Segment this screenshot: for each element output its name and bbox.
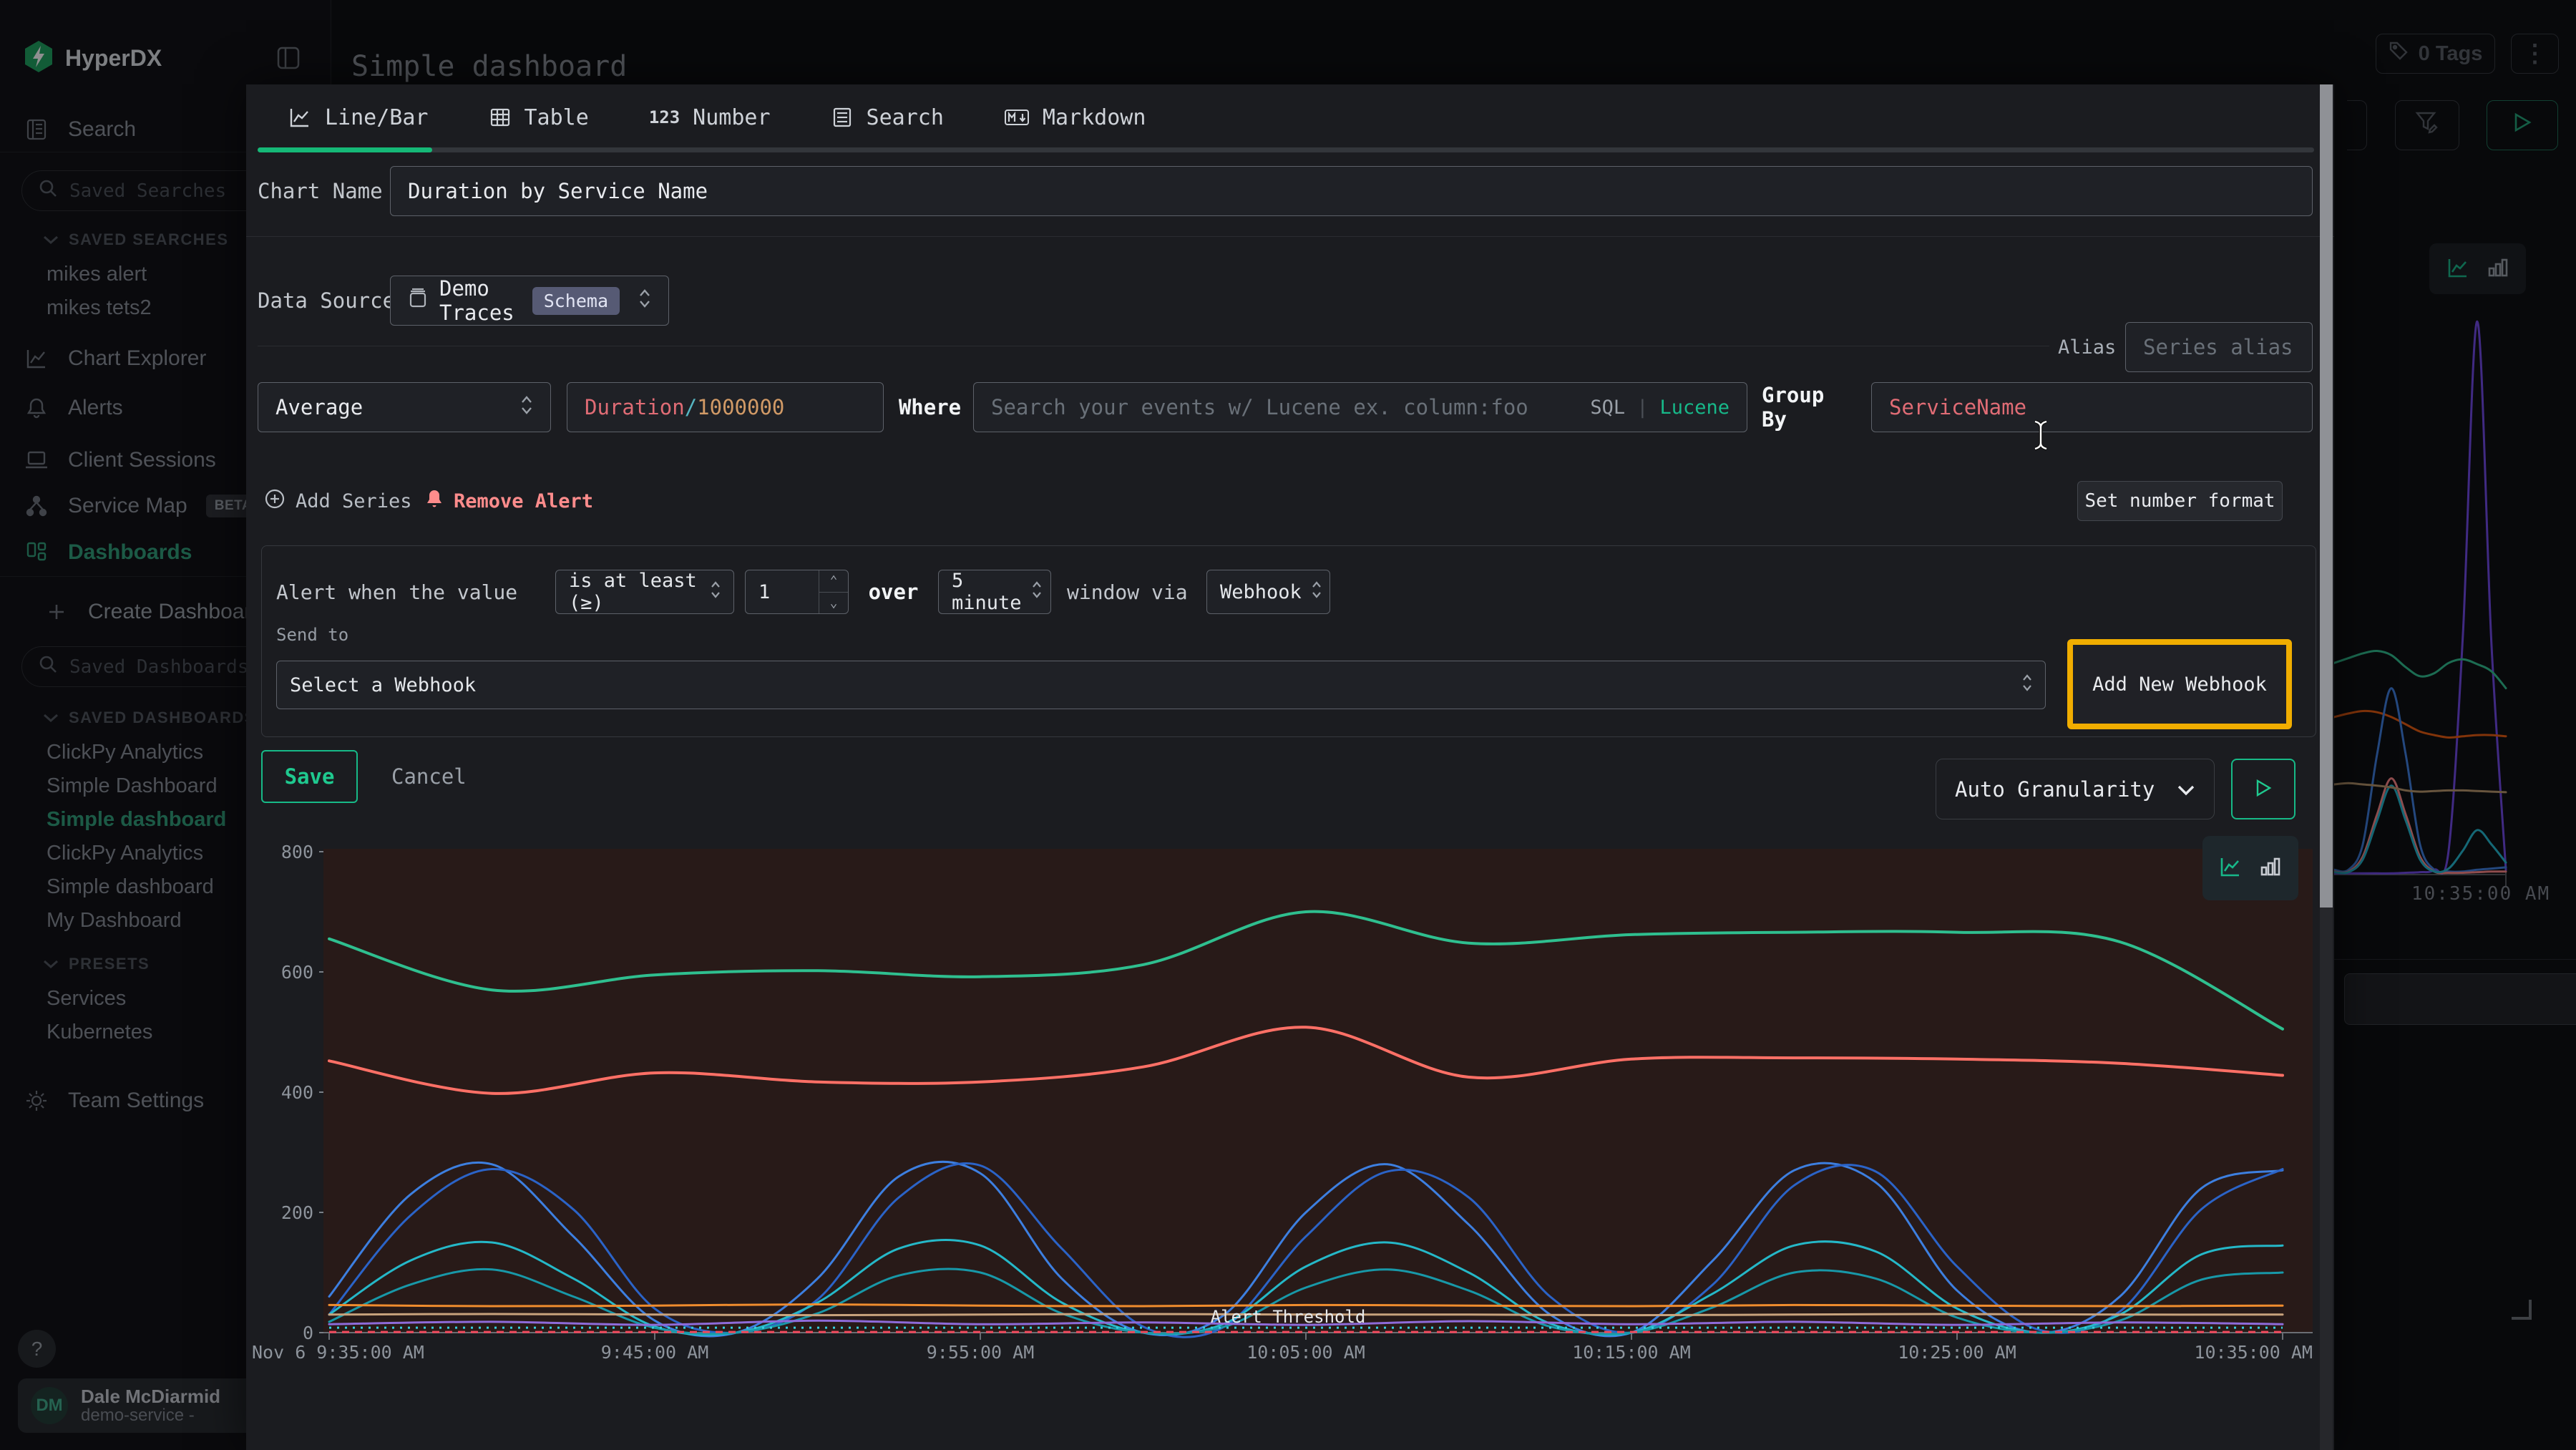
window-via-label: window via [1067,570,1189,614]
markdown-icon [1004,107,1030,128]
database-icon [408,288,428,314]
comparator-select[interactable]: is at least (≥) [555,570,734,614]
lucene-toggle[interactable]: Lucene [1659,396,1729,419]
svg-text:10:25:00 AM: 10:25:00 AM [1898,1342,2016,1363]
tabs-underline [258,147,2314,152]
add-series-button[interactable]: Add Series [264,481,412,521]
chart-preview: 0 200 400 600 800 Nov 6 9:35:00 AM 9:45:00 AM 9… [246,817,2334,1450]
scrollbar-thumb[interactable] [2320,84,2333,908]
chevron-updown-icon [711,580,721,604]
modal-scrollbar[interactable] [2320,84,2333,1450]
tab-search[interactable]: Search [801,90,974,145]
svg-text:600: 600 [281,962,313,983]
svg-text:0: 0 [303,1323,313,1343]
number-stepper[interactable]: ⌃⌄ [819,570,848,613]
add-new-webhook-highlight: Add New Webhook [2067,639,2292,729]
field-expression-input[interactable]: Duration/1000000 [567,382,884,432]
svg-text:10:05:00 AM: 10:05:00 AM [1246,1342,1365,1363]
alert-prefix-label: Alert when the value [276,570,517,614]
webhook-select[interactable]: Select a Webhook [276,661,2046,709]
chart-editor-modal: Line/Bar Table 123 Number Search [246,84,2334,1450]
set-number-format-button[interactable]: Set number format [2077,481,2283,521]
line-chart-icon[interactable] [2218,855,2243,882]
active-tab-indicator [258,147,432,152]
cancel-button[interactable]: Cancel [391,750,467,803]
alias-label: Alias [2058,322,2116,372]
svg-text:9:45:00 AM: 9:45:00 AM [601,1342,709,1363]
alias-input[interactable]: Series alias [2125,322,2313,372]
chevron-updown-icon [2022,673,2032,697]
svg-text:Nov 6 9:35:00 AM: Nov 6 9:35:00 AM [252,1342,424,1363]
where-label: Where [900,382,960,432]
svg-text:10:15:00 AM: 10:15:00 AM [1572,1342,1691,1363]
remove-alert-button[interactable]: Remove Alert [425,481,593,521]
tab-markdown[interactable]: Markdown [974,90,1176,145]
bell-icon [425,488,444,515]
svg-text:400: 400 [281,1082,313,1103]
query-language-toggle: SQL | Lucene [1590,396,1729,419]
chevron-down-icon [2177,777,2195,802]
granularity-select[interactable]: Auto Granularity [1936,759,2215,819]
divider [246,236,2334,237]
alert-config-panel: Alert when the value is at least (≥) 1 ⌃… [261,545,2316,737]
over-label: over [863,570,924,614]
group-by-label: Group By [1762,382,1860,432]
svg-text:10:35:00 AM: 10:35:00 AM [2194,1342,2313,1363]
aggregation-select[interactable]: Average [258,382,551,432]
svg-text:200: 200 [281,1202,313,1223]
group-by-input[interactable]: ServiceName [1871,382,2313,432]
svg-text:Alert Threshold: Alert Threshold [1211,1307,1366,1327]
line-chart-icon [288,105,312,130]
svg-text:9:55:00 AM: 9:55:00 AM [927,1342,1035,1363]
step-down-icon[interactable]: ⌄ [819,592,848,614]
sql-toggle[interactable]: SQL [1590,396,1625,419]
chart-type-toggle[interactable] [2202,836,2298,900]
chart-name-input[interactable]: Duration by Service Name [390,166,2313,216]
chevron-updown-icon [1032,580,1042,604]
chevron-updown-icon [638,288,651,314]
number-123-icon: 123 [649,107,680,127]
table-icon [489,106,512,129]
svg-text:800: 800 [281,842,313,862]
search-list-icon [831,106,854,129]
tab-line-bar[interactable]: Line/Bar [258,90,459,145]
app: HyperDX Search Saved Searches SAVED SEAR… [0,0,2576,1450]
send-to-label: Send to [276,625,348,645]
play-icon [2254,778,2273,801]
data-source-select[interactable]: Demo Traces Schema [390,276,669,326]
add-new-webhook-button[interactable]: Add New Webhook [2092,673,2267,696]
bar-chart-icon[interactable] [2258,855,2283,882]
threshold-number-input[interactable]: 1 ⌃⌄ [745,570,849,614]
schema-badge: Schema [532,287,620,315]
data-source-label: Data Source [258,276,395,326]
chevron-updown-icon [520,394,533,421]
chart-name-label: Chart Name [258,166,383,216]
chevron-updown-icon [1312,580,1322,604]
text-cursor-pointer [2032,419,2049,454]
where-search-input[interactable]: Search your events w/ Lucene ex. column:… [973,382,1747,432]
save-button[interactable]: Save [261,750,358,803]
channel-select[interactable]: Webhook [1206,570,1330,614]
editor-tabs: Line/Bar Table 123 Number Search [258,90,1176,145]
window-select[interactable]: 5 minute [938,570,1051,614]
tab-table[interactable]: Table [459,90,619,145]
step-up-icon[interactable]: ⌃ [819,570,848,592]
run-chart-button[interactable] [2231,759,2296,819]
tab-number[interactable]: 123 Number [619,90,801,145]
circle-plus-icon [264,488,286,515]
